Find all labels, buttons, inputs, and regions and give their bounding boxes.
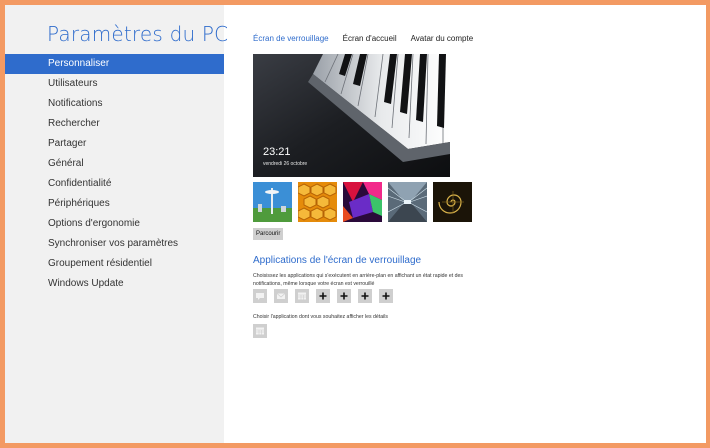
sidebar-item-windows-update[interactable]: Windows Update <box>5 274 224 294</box>
sidebar-item-confidentialite[interactable]: Confidentialité <box>5 174 224 194</box>
lock-screen-apps-description: Choisissez les applications qui s'exécut… <box>253 273 463 287</box>
sidebar-nav: Personnaliser Utilisateurs Notifications Re… <box>5 54 224 294</box>
lock-screen-date: vendredi 26 octobre <box>263 161 308 167</box>
tab-avatar-compte[interactable]: Avatar du compte <box>411 34 474 43</box>
sidebar-title: Paramètres du PC <box>47 22 229 46</box>
add-icon[interactable] <box>316 289 330 303</box>
thumbnail-tunnel[interactable] <box>388 182 427 222</box>
sidebar-item-personnaliser[interactable]: Personnaliser <box>5 54 224 74</box>
sidebar-item-partager[interactable]: Partager <box>5 134 224 154</box>
sidebar-item-options-ergonomie[interactable]: Options d'ergonomie <box>5 214 224 234</box>
thumbnail-nautilus-shell[interactable] <box>433 182 472 222</box>
lock-screen-preview: 23:21 vendredi 26 octobre <box>253 54 450 177</box>
sidebar-item-groupement-residentiel[interactable]: Groupement résidentiel <box>5 254 224 274</box>
add-icon[interactable] <box>337 289 351 303</box>
sidebar-item-utilisateurs[interactable]: Utilisateurs <box>5 74 224 94</box>
sidebar-item-notifications[interactable]: Notifications <box>5 94 224 114</box>
main-panel: Écran de verrouillage Écran d'accueil Av… <box>224 5 706 443</box>
tab-ecran-accueil[interactable]: Écran d'accueil <box>343 34 397 43</box>
thumbnail-color-shapes[interactable] <box>343 182 382 222</box>
background-thumbnails <box>253 182 472 222</box>
tab-ecran-verrouillage[interactable]: Écran de verrouillage <box>253 34 329 43</box>
message-icon[interactable] <box>253 289 267 303</box>
calendar-icon[interactable] <box>295 289 309 303</box>
sidebar-item-general[interactable]: Général <box>5 154 224 174</box>
tab-bar: Écran de verrouillage Écran d'accueil Av… <box>253 34 473 43</box>
thumbnail-space-needle[interactable] <box>253 182 292 222</box>
pc-settings-window: Paramètres du PC Personnaliser Utilisateu… <box>5 5 706 443</box>
sidebar-item-rechercher[interactable]: Rechercher <box>5 114 224 134</box>
lock-screen-time: 23:21 <box>263 146 291 158</box>
piano-keys-image <box>253 54 450 177</box>
mail-icon[interactable] <box>274 289 288 303</box>
sidebar: Paramètres du PC Personnaliser Utilisateu… <box>5 5 228 443</box>
sidebar-item-synchroniser[interactable]: Synchroniser vos paramètres <box>5 234 224 254</box>
add-icon[interactable] <box>379 289 393 303</box>
thumbnail-honeycomb[interactable] <box>298 182 337 222</box>
sidebar-item-peripheriques[interactable]: Périphériques <box>5 194 224 214</box>
lock-screen-apps-heading: Applications de l'écran de verrouillage <box>253 255 422 266</box>
browse-button[interactable]: Parcourir <box>253 228 284 240</box>
lock-screen-app-slots <box>253 289 393 303</box>
calendar-icon[interactable] <box>253 324 267 338</box>
add-icon[interactable] <box>358 289 372 303</box>
detail-app-description: Choisir l'application dont vous souhaite… <box>253 314 388 320</box>
